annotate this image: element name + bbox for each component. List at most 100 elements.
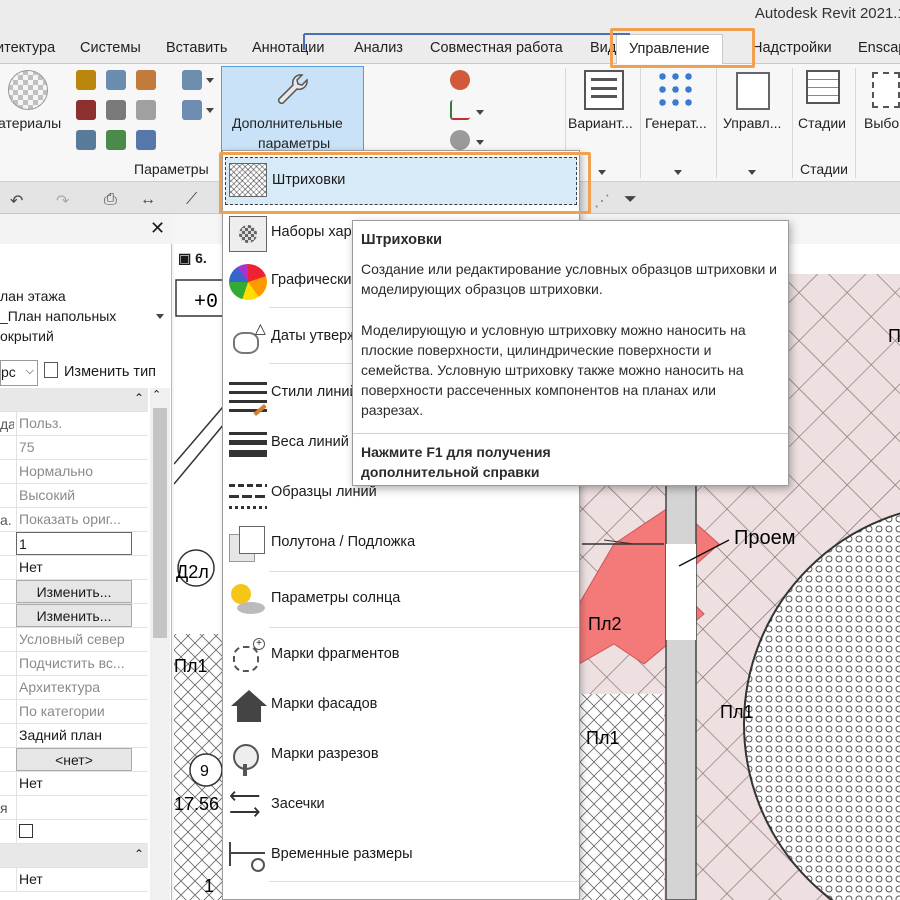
measure-icon[interactable]: ↔ [140, 191, 156, 209]
prop-row[interactable]: <нет> [0, 748, 148, 772]
prop-row[interactable]: я [0, 796, 148, 820]
prop-row[interactable]: а. Показать ориг... [0, 508, 148, 532]
project-info-icon[interactable] [136, 70, 156, 90]
menu-item-label: Полутона / Подложка [271, 534, 416, 550]
type-name-2: _План напольных [0, 308, 117, 324]
additional-params-button[interactable]: Дополнительные параметры [221, 66, 364, 154]
prop-row[interactable]: Нет [0, 556, 148, 580]
prop-row[interactable]: Нет [0, 772, 148, 796]
chevron-down-icon[interactable] [748, 170, 756, 175]
properties-header: ✕ [0, 214, 172, 244]
prop-row[interactable] [0, 820, 148, 844]
tab-addins[interactable]: Надстройки [752, 40, 832, 56]
location-icon[interactable] [450, 70, 470, 90]
selection-icon[interactable] [872, 72, 900, 108]
properties-scrollbar[interactable]: ⌃ [150, 388, 170, 900]
menu-item-sun-settings[interactable]: Параметры солнца [223, 575, 579, 625]
tooltip-description: Создание или редактирование условных обр… [361, 261, 777, 297]
menu-item-elevation-tags[interactable]: Марки фасадов [223, 681, 579, 731]
menu-item-fill-patterns[interactable]: Штриховки [225, 157, 577, 205]
print-icon[interactable]: ⎙ [104, 191, 117, 209]
prop-row[interactable]: Архитектура [0, 676, 148, 700]
dimension-icon[interactable]: ⟋ [186, 191, 197, 209]
materials-label[interactable]: атериалы [0, 115, 61, 131]
prop-row[interactable]: Задний план [0, 724, 148, 748]
prop-row[interactable]: Изменить... [0, 580, 148, 604]
edit-type-icon[interactable] [44, 362, 58, 378]
menu-item-label: Временные размеры [271, 846, 413, 862]
phases-label[interactable]: Стадии [798, 115, 846, 131]
prop-row[interactable]: Высокий [0, 484, 148, 508]
phases-icon[interactable] [806, 70, 840, 104]
scrollbar-thumb[interactable] [153, 408, 167, 638]
prop-row[interactable]: да Польз. [0, 412, 148, 436]
design-options-label[interactable]: Вариант... [568, 115, 633, 131]
object-styles-icon[interactable] [76, 70, 96, 90]
tab-insert[interactable]: Вставить [166, 40, 227, 56]
global-params-icon[interactable] [182, 100, 202, 120]
purge-icon[interactable] [106, 100, 126, 120]
manage-links-icon[interactable] [736, 72, 770, 110]
menu-item-label: Образцы линий [271, 484, 377, 500]
units-icon[interactable] [136, 100, 156, 120]
menu-item-temporary-dimensions[interactable]: Временные размеры [223, 831, 579, 881]
prop-row[interactable]: Изменить... [0, 604, 148, 628]
checkbox[interactable] [19, 824, 33, 838]
prop-row[interactable]: Нет [0, 868, 148, 892]
undo-icon[interactable]: ↶ [10, 191, 23, 211]
prop-row[interactable]: Нормально [0, 460, 148, 484]
redo-icon[interactable]: ↷ [56, 191, 69, 211]
manage-links-label[interactable]: Управл... [723, 115, 781, 131]
chevron-down-icon[interactable] [598, 170, 606, 175]
tab-architecture[interactable]: итектура [0, 40, 55, 56]
menu-item-callout-tags[interactable]: + Марки фрагментов [223, 631, 579, 681]
menu-item-label: Штриховки [272, 172, 346, 188]
prop-row[interactable]: По категории [0, 700, 148, 724]
mep-settings-icon[interactable] [106, 130, 126, 150]
menu-item-halftone[interactable]: Полутона / Подложка [223, 519, 579, 569]
transfer-icon[interactable] [76, 100, 96, 120]
menu-item-arrowheads[interactable]: ⟵ ⟶ Засечки [223, 781, 579, 831]
prop-row[interactable]: 75 [0, 436, 148, 460]
section-header[interactable]: ⌃ [0, 844, 148, 868]
generative-design-icon[interactable] [656, 70, 696, 110]
panel-schedule-icon[interactable] [136, 130, 156, 150]
temp-dimensions-icon [229, 838, 267, 874]
additional-params-label-1: Дополнительные [232, 115, 343, 131]
tab-enscape[interactable]: Enscap [858, 40, 900, 56]
position-icon[interactable] [450, 130, 470, 150]
type-selector-caret[interactable] [156, 314, 164, 319]
customize-qat-icon[interactable]: ⏷ [624, 191, 637, 209]
structural-settings-icon[interactable] [76, 130, 96, 150]
close-icon[interactable]: ✕ [150, 218, 165, 239]
prop-row[interactable]: Подчистить вс... [0, 652, 148, 676]
edit-button: Изменить... [16, 604, 132, 627]
chevron-down-icon[interactable] [476, 140, 484, 145]
prop-row[interactable]: 1 [0, 532, 148, 556]
callout-tag-icon: + [229, 638, 267, 674]
arrowheads-icon: ⟵ ⟶ [229, 783, 261, 824]
params-panel-label: Параметры [134, 161, 209, 177]
shared-params-icon[interactable] [182, 70, 202, 90]
material-assets-icon [229, 216, 267, 252]
design-options-icon[interactable] [584, 70, 624, 110]
close-hidden-icon[interactable]: ⋰ [594, 191, 610, 211]
chevron-down-icon[interactable] [206, 108, 214, 113]
edit-type-button[interactable]: Изменить тип [64, 364, 156, 380]
filter-select[interactable]: рс ⌵ [0, 360, 38, 386]
chevron-down-icon[interactable] [206, 78, 214, 83]
view-tab[interactable]: ▣ 6. [178, 250, 207, 267]
menu-item-section-tags[interactable]: Марки разрезов [223, 731, 579, 781]
materials-icon[interactable] [8, 70, 48, 110]
tooltip-help-hint: Нажмите F1 для получения дополнительной … [361, 444, 551, 480]
chevron-down-icon[interactable] [674, 170, 682, 175]
tab-systems[interactable]: Системы [80, 40, 141, 56]
filter-select-value: рс [1, 364, 16, 380]
coordinates-icon[interactable] [450, 100, 470, 120]
snaps-icon[interactable] [106, 70, 126, 90]
section-header[interactable]: ⌃ [0, 388, 148, 412]
chevron-down-icon[interactable] [476, 110, 484, 115]
prop-row[interactable]: Условный север [0, 628, 148, 652]
generative-label[interactable]: Генерат... [645, 115, 707, 131]
selection-label[interactable]: Выбо [864, 115, 899, 131]
